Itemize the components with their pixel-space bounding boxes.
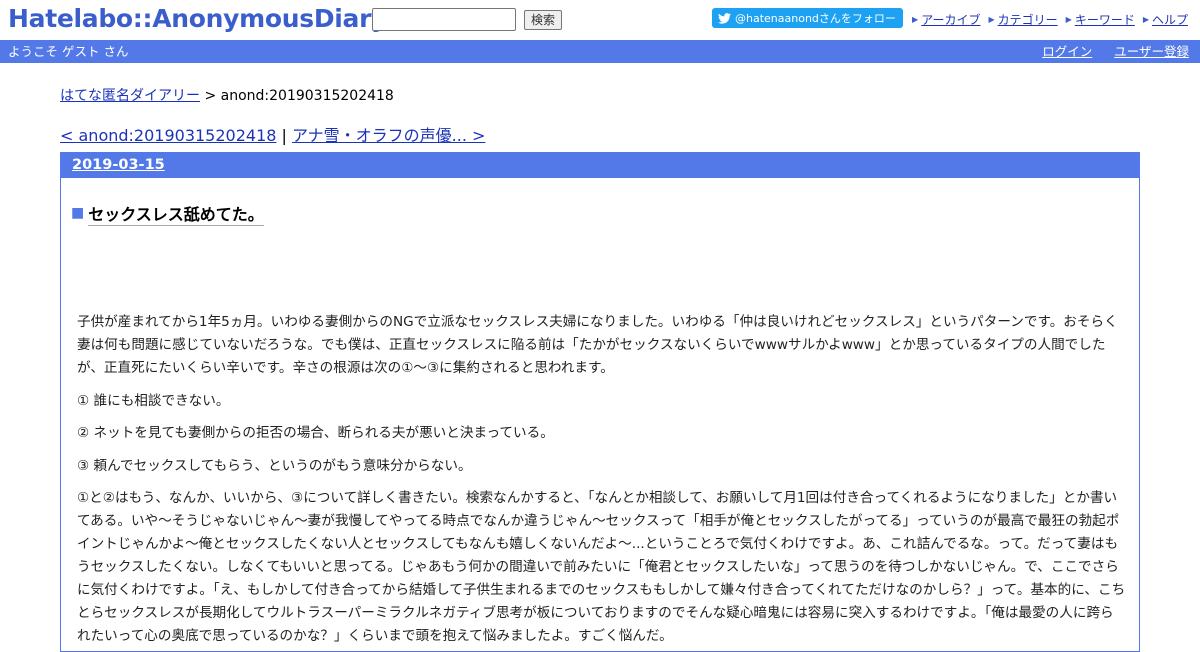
nav-keyword-link[interactable]: キーワード [1075, 11, 1135, 28]
breadcrumb-home[interactable]: はてな匿名ダイアリー [60, 88, 200, 104]
entry-paragraph: 子供が産まれてから1年5ヵ月。いわゆる妻側からのNGで立派なセックスレス夫婦にな… [77, 314, 1118, 376]
search-button[interactable]: 検索 [524, 9, 563, 30]
entry-paragraph: ① 誰にも相談できない。 [77, 392, 230, 409]
follow-label: @hatenaanondさんをフォロー [735, 12, 896, 25]
nav-category-link[interactable]: カテゴリー [998, 11, 1058, 28]
arrow-right-icon: ▶ [1065, 15, 1072, 24]
nav-archive[interactable]: ▶ アーカイブ [912, 11, 980, 28]
search-form: 検索 [372, 8, 563, 31]
entry-paragraph: ①と②はもう、なんか、いいから、③について詳しく書きたい。検索なんかすると、「な… [77, 490, 1126, 644]
entry-body: 子供が産まれてから1年5ヵ月。いわゆる妻側からのNGで立派なセックスレス夫婦にな… [77, 311, 1127, 648]
welcome-text: ようこそ ゲスト さん [8, 44, 129, 59]
top-header: Hatelabo::AnonymousDiary 検索 @hatenaanond… [0, 0, 1200, 40]
entry-paragraph: ② ネットを見ても妻側からの拒否の場合、断られる夫が悪いと決まっている。 [77, 425, 554, 441]
site-logo[interactable]: Hatelabo::AnonymousDiary [8, 4, 387, 33]
breadcrumb-separator: > [200, 88, 221, 104]
welcome-bar: ようこそ ゲスト さん ログイン ユーザー登録 [0, 40, 1200, 63]
top-nav: ▶ アーカイブ ▶ カテゴリー ▶ キーワード ▶ ヘルプ [904, 11, 1188, 28]
prev-entry-link[interactable]: < anond:20190315202418 [60, 126, 276, 145]
twitter-bird-icon [718, 12, 731, 24]
next-entry-link[interactable]: アナ雪・オラフの声優... > [292, 126, 485, 145]
breadcrumb-current: anond:20190315202418 [220, 88, 394, 104]
main-content: はてな匿名ダイアリー > anond:20190315202418 < anon… [60, 63, 1140, 652]
entry-paragraph: ③ 頼んでセックスしてもらう、というのがもう意味分からない。 [77, 457, 472, 474]
login-link[interactable]: ログイン [1042, 40, 1092, 63]
day-date-link[interactable]: 2019-03-15 [72, 157, 165, 173]
nav-help-link[interactable]: ヘルプ [1152, 11, 1188, 28]
nav-category[interactable]: ▶ カテゴリー [988, 11, 1057, 28]
nav-keyword[interactable]: ▶ キーワード [1066, 11, 1135, 28]
register-link[interactable]: ユーザー登録 [1114, 40, 1189, 63]
diary-day: 2019-03-15 ■ セックスレス舐めてた。 子供が産まれてから1年5ヵ月。… [60, 152, 1140, 652]
entry-title-link[interactable]: セックスレス舐めてた。 [88, 201, 264, 226]
nav-help[interactable]: ▶ ヘルプ [1143, 11, 1188, 28]
breadcrumb: はてな匿名ダイアリー > anond:20190315202418 [60, 85, 1140, 105]
twitter-follow-button[interactable]: @hatenaanondさんをフォロー [712, 8, 903, 28]
entry-title: ■ セックスレス舐めてた。 [71, 201, 1127, 226]
pager: < anond:20190315202418 | アナ雪・オラフの声優... > [60, 122, 1140, 145]
nav-archive-link[interactable]: アーカイブ [921, 11, 980, 28]
pager-separator: | [276, 126, 292, 145]
arrow-right-icon: ▶ [912, 15, 919, 24]
arrow-right-icon: ▶ [988, 15, 995, 24]
account-links: ログイン ユーザー登録 [1020, 40, 1189, 63]
arrow-right-icon: ▶ [1142, 15, 1149, 24]
search-input[interactable] [372, 8, 516, 31]
square-bullet-icon[interactable]: ■ [71, 205, 84, 221]
entry-section: ■ セックスレス舐めてた。 子供が産まれてから1年5ヵ月。いわゆる妻側からのNG… [61, 201, 1139, 648]
day-header: 2019-03-15 [61, 153, 1139, 178]
